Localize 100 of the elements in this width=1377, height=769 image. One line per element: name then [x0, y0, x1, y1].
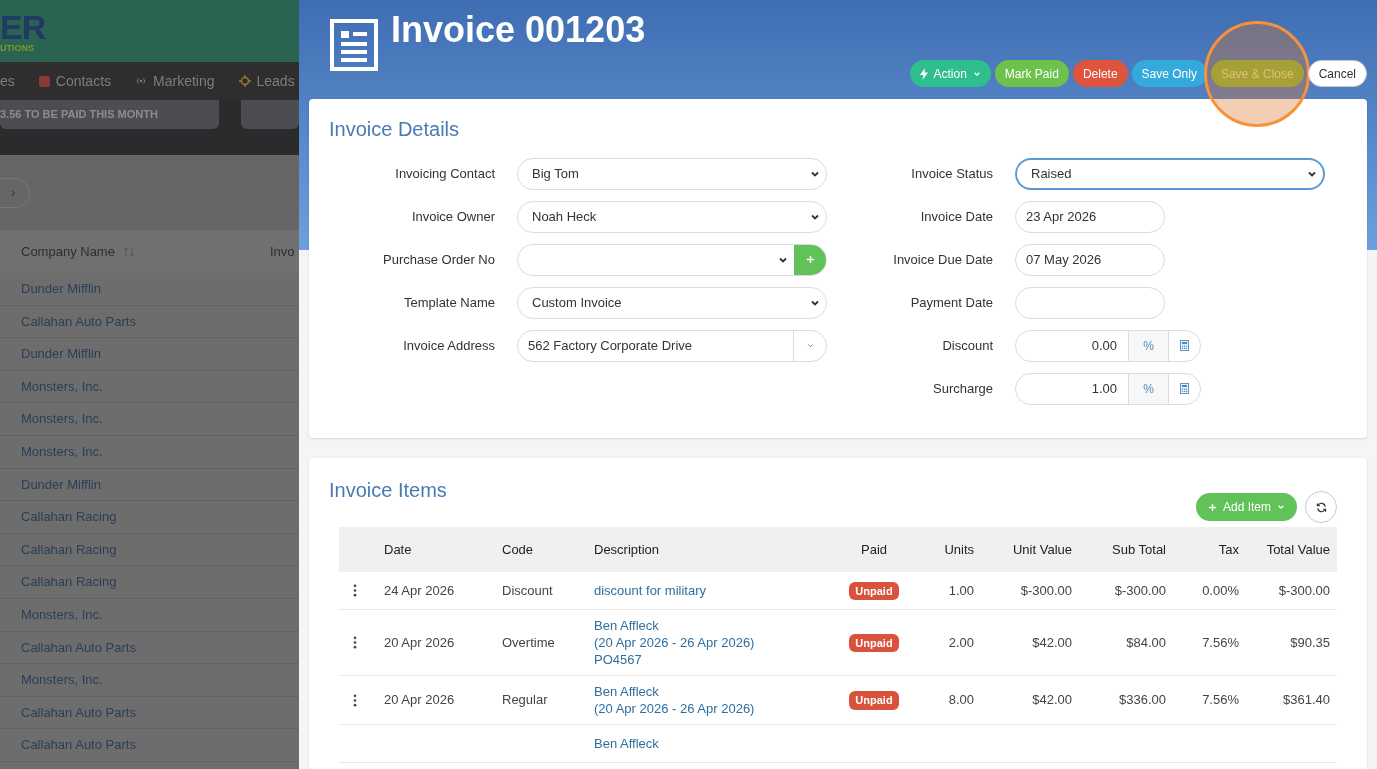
field-label: Invoicing Contact: [395, 165, 495, 181]
table-cell: 1.00: [948, 582, 974, 598]
description-link[interactable]: discount for military: [594, 582, 834, 599]
nav-link[interactable]: es: [0, 70, 15, 92]
nav-link[interactable]: Leads: [238, 70, 295, 92]
table-cell: 24 Apr 2026: [384, 582, 455, 598]
company-link[interactable]: Dunder Mifflin: [21, 474, 101, 495]
field-label: Invoice Address: [403, 337, 495, 353]
status-badge: Unpaid: [849, 581, 899, 601]
summary-card: [241, 100, 299, 129]
header-button[interactable]: Save & Close: [1210, 60, 1304, 87]
add-button[interactable]: [794, 244, 826, 275]
modal-title: Invoice 001203: [391, 12, 646, 48]
column-header: Invo: [270, 242, 295, 261]
plus-icon: [805, 255, 815, 264]
table-cell: 7.56%: [1202, 692, 1239, 708]
lightning-icon: [919, 67, 928, 80]
column-header: Unit Value: [1013, 541, 1072, 557]
logo-tagline: UTIONS: [0, 43, 35, 53]
nav-link[interactable]: Contacts: [38, 70, 112, 92]
table-cell: $42.00: [1032, 634, 1072, 650]
company-link[interactable]: Monsters, Inc.: [21, 376, 103, 397]
field-label: Invoice Owner: [411, 208, 495, 224]
dropdown-field[interactable]: Raised: [1015, 157, 1325, 190]
description-link[interactable]: Ben Affleck: [594, 735, 834, 752]
company-link[interactable]: Monsters, Inc.: [21, 670, 103, 690]
table-cell: $84.00: [1126, 634, 1166, 650]
table-cell: 20 Apr 2026: [384, 692, 455, 708]
description-link[interactable]: Ben Affleck (20 Apr 2026 - 26 Apr 2026): [594, 683, 834, 717]
table-cell: Discount: [502, 582, 553, 598]
unit-label: %: [1128, 373, 1168, 404]
company-link[interactable]: Monsters, Inc.: [21, 605, 103, 625]
field-label: Template Name: [403, 294, 495, 310]
field-label: Surcharge: [933, 380, 993, 396]
table-cell: $-300.00: [1114, 582, 1166, 598]
target-icon: [238, 75, 251, 87]
column-header: Company Name: [21, 242, 115, 261]
summary-text: 3.56 TO BE PAID THIS MONTH: [0, 107, 158, 123]
table-cell: 20 Apr 2026: [384, 634, 455, 650]
company-link[interactable]: Monsters, Inc.: [21, 442, 103, 462]
more-icon: [353, 693, 357, 707]
table-cell: $-300.00: [1020, 582, 1072, 598]
company-link[interactable]: Callahan Auto Parts: [21, 311, 136, 332]
column-header: Units: [944, 541, 974, 557]
column-header: Paid: [861, 541, 887, 557]
table-cell: $-300.00: [1278, 582, 1330, 598]
table-cell: Overtime: [502, 634, 555, 650]
company-link[interactable]: Callahan Auto Parts: [21, 702, 136, 723]
field-label: Invoice Status: [911, 165, 993, 181]
field-label: Discount: [942, 337, 993, 353]
company-link[interactable]: Callahan Racing: [21, 539, 117, 560]
company-link[interactable]: Monsters, Inc.: [21, 409, 103, 429]
nav-link[interactable]: Marketing: [135, 70, 215, 92]
field-label: Purchase Order No: [383, 251, 495, 267]
table-cell: 7.56%: [1202, 634, 1239, 650]
refresh-button[interactable]: [1305, 491, 1337, 523]
calculator-icon: [1180, 383, 1189, 394]
chevron-icon: [806, 342, 814, 349]
add-item-button[interactable]: Add Item: [1195, 493, 1297, 521]
company-link[interactable]: Callahan Racing: [21, 507, 117, 527]
column-header: Code: [502, 541, 534, 557]
header-button[interactable]: Save Only: [1131, 60, 1207, 87]
calculator-icon: [1180, 340, 1189, 351]
unit-label: %: [1128, 330, 1168, 361]
company-link[interactable]: Dunder Mifflin: [21, 279, 101, 299]
section-title: Invoice Items: [329, 478, 447, 503]
plus-icon: [1207, 502, 1217, 512]
table-cell: Regular: [502, 692, 548, 708]
company-link[interactable]: Callahan Auto Parts: [21, 735, 136, 755]
column-header: Description: [594, 541, 660, 557]
section-title: Invoice Details: [329, 117, 461, 142]
company-link[interactable]: Callahan Racing: [21, 572, 117, 592]
caret-icon: [1277, 503, 1285, 511]
date-field[interactable]: [1015, 286, 1165, 319]
column-header: Total Value: [1266, 541, 1330, 557]
signal-icon: [135, 76, 148, 86]
table-cell: 2.00: [948, 634, 974, 650]
company-link[interactable]: Callahan Auto Parts: [21, 637, 136, 658]
status-badge: Unpaid: [849, 633, 899, 653]
table-cell: $361.40: [1283, 692, 1330, 708]
status-badge: Unpaid: [849, 691, 899, 710]
table-cell: 8.00: [948, 692, 974, 708]
document-icon: [330, 19, 378, 71]
field-label: Invoice Date: [920, 208, 993, 224]
table-cell: $336.00: [1119, 692, 1166, 708]
column-header: Tax: [1218, 541, 1239, 557]
table-cell: 0.00%: [1202, 582, 1239, 598]
date-field[interactable]: 07 May 2026: [1015, 243, 1165, 276]
header-button[interactable]: Mark Paid: [994, 60, 1069, 87]
sort-icon: [122, 245, 135, 258]
header-button[interactable]: Action: [909, 60, 991, 87]
more-icon: [353, 636, 357, 649]
company-link[interactable]: Dunder Mifflin: [21, 344, 101, 364]
more-icon: [353, 584, 357, 597]
table-cell: $42.00: [1032, 692, 1072, 708]
column-header: Sub Total: [1112, 541, 1166, 557]
refresh-icon: [1315, 501, 1327, 513]
date-field[interactable]: 23 Apr 2026: [1015, 200, 1165, 233]
description-link[interactable]: Ben Affleck (20 Apr 2026 - 26 Apr 2026) PO4567: [594, 617, 834, 668]
field-label: Invoice Due Date: [893, 251, 993, 267]
